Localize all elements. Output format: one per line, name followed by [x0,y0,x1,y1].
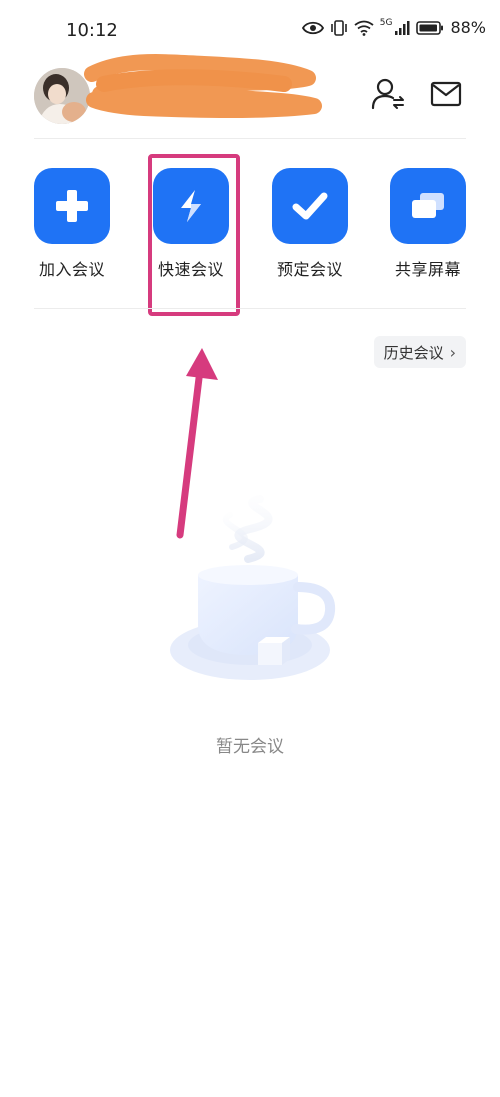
schedule-meeting-label: 预定会议 [276,260,343,279]
status-time: 10:12 [66,20,118,41]
check-icon [272,168,348,244]
screen-share-icon [390,168,466,244]
actions-divider [34,308,466,309]
history-meetings-label: 历史会议 [383,343,444,362]
battery-icon [416,20,444,35]
redacted-username [84,54,322,118]
user-switch-icon[interactable] [370,76,406,112]
plus-icon [34,168,110,244]
network-type-label: 5G [379,18,393,28]
chevron-right-icon: › [449,342,456,362]
history-meetings-button[interactable]: 历史会议 › [373,336,466,368]
schedule-meeting-button[interactable]: 预定会议 [260,168,360,280]
battery-level: 88% [450,18,486,37]
wifi-icon [354,20,374,36]
share-screen-label: 共享屏幕 [394,260,461,279]
header-divider [34,138,466,139]
vibrate-icon [330,19,347,36]
avatar[interactable] [34,68,90,124]
mail-icon[interactable] [428,76,464,112]
status-icons: 5G 88% [301,18,486,37]
signal-icon [395,20,410,35]
empty-state-text: 暂无会议 [216,737,284,757]
join-meeting-button[interactable]: 加入会议 [22,168,122,280]
coffee-cup-illustration [170,495,336,680]
annotation-highlight-box [148,154,240,316]
eye-icon [301,21,324,34]
join-meeting-label: 加入会议 [38,260,105,279]
share-screen-button[interactable]: 共享屏幕 [378,168,478,280]
